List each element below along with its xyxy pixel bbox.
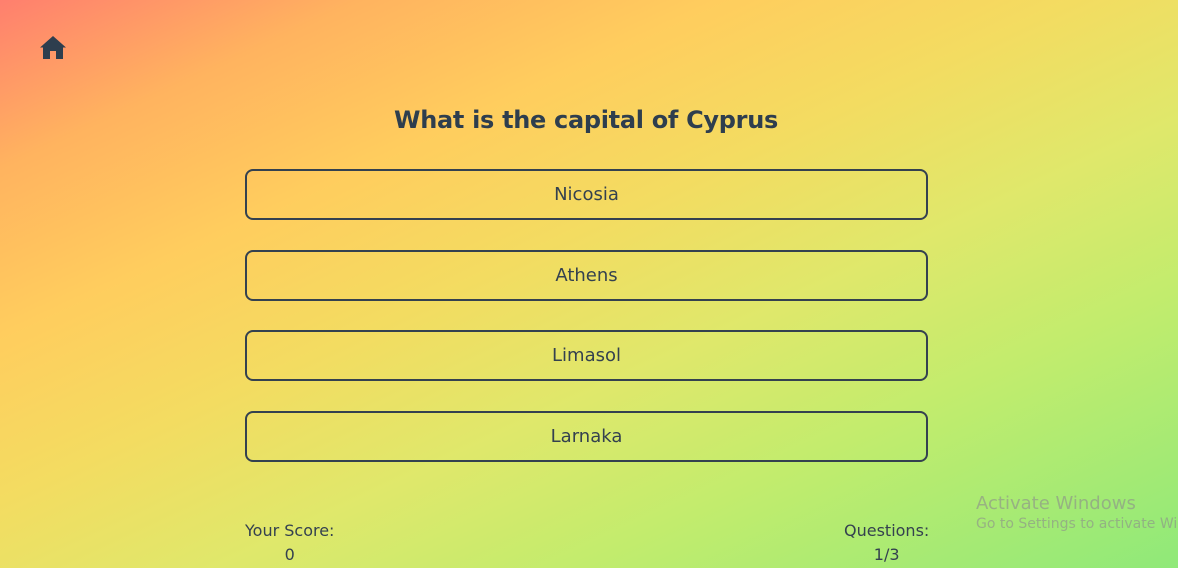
- question-text: What is the capital of Cyprus: [394, 106, 778, 134]
- home-button[interactable]: [38, 34, 68, 62]
- score-value: 0: [284, 545, 295, 564]
- answer-option-3[interactable]: Limasol: [245, 330, 928, 381]
- answer-list: Nicosia Athens Limasol Larnaka: [245, 169, 928, 491]
- questions-value: 1/3: [873, 545, 900, 564]
- watermark-title: Activate Windows: [976, 493, 1136, 514]
- activate-windows-watermark: Activate Windows Go to Settings to activ…: [976, 493, 1178, 532]
- home-icon: [40, 36, 66, 59]
- answer-option-1[interactable]: Nicosia: [245, 169, 928, 220]
- question-counter-panel: Questions: 1/3: [844, 521, 929, 564]
- score-label: Your Score:: [245, 521, 335, 540]
- score-panel: Your Score: 0: [245, 521, 334, 564]
- answer-option-4[interactable]: Larnaka: [245, 410, 928, 462]
- questions-label: Questions:: [844, 521, 930, 540]
- watermark-subtitle: Go to Settings to activate Windows.: [976, 516, 1178, 532]
- answer-option-2[interactable]: Athens: [245, 249, 928, 301]
